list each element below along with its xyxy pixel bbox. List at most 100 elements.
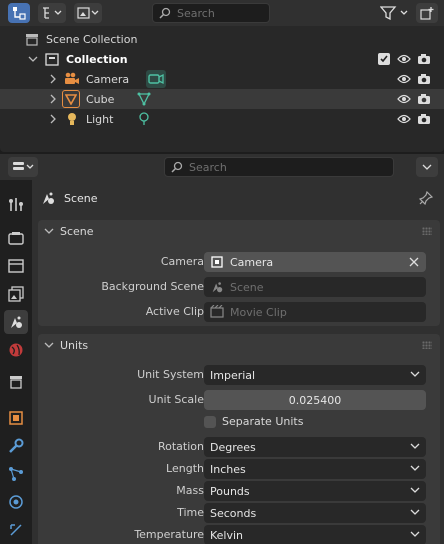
new-collection-icon bbox=[420, 7, 434, 20]
outliner-search-input[interactable]: Search bbox=[152, 3, 270, 23]
particles-icon bbox=[9, 467, 23, 481]
unit-scale-label: Unit Scale bbox=[148, 393, 204, 406]
options-dropdown[interactable] bbox=[416, 157, 438, 177]
chevron-right-icon[interactable] bbox=[48, 73, 58, 85]
tab-modifiers[interactable] bbox=[4, 434, 28, 458]
rotation-label: Rotation bbox=[157, 440, 204, 453]
time-label: Time bbox=[177, 506, 204, 519]
active-clip-label: Active Clip bbox=[145, 305, 204, 318]
tab-world[interactable] bbox=[4, 338, 28, 362]
camera-render-icon[interactable] bbox=[416, 52, 432, 66]
chevron-down-icon bbox=[410, 465, 420, 471]
light-data-icon[interactable] bbox=[136, 111, 152, 127]
drag-grip-icon[interactable] bbox=[422, 227, 432, 235]
mass-row: Mass Pounds bbox=[38, 481, 440, 501]
unit-scale-field[interactable]: 0.025400 bbox=[204, 390, 426, 410]
outliner-editor: Search Scene Collection Collection Camer… bbox=[0, 0, 444, 152]
mesh-object-icon bbox=[62, 90, 80, 108]
scene-collection-icon bbox=[24, 31, 40, 47]
active-clip-row: Active Clip Movie Clip bbox=[38, 302, 440, 322]
temperature-label: Temperature bbox=[134, 528, 204, 541]
background-scene-row: Background Scene Scene bbox=[38, 277, 440, 297]
mass-value: Pounds bbox=[210, 484, 250, 498]
chevron-down-icon bbox=[410, 509, 420, 515]
background-scene-field[interactable]: Scene bbox=[204, 277, 426, 297]
search-icon bbox=[171, 161, 183, 173]
tab-particles[interactable] bbox=[4, 462, 28, 486]
editor-type-button[interactable] bbox=[8, 157, 38, 177]
tab-object[interactable] bbox=[4, 406, 28, 430]
outliner-row-scene-collection[interactable]: Scene Collection bbox=[0, 29, 444, 49]
camera-render-icon[interactable] bbox=[416, 92, 432, 106]
length-label: Length bbox=[166, 462, 204, 475]
unit-scale-row: Unit Scale 0.025400 bbox=[38, 390, 440, 410]
mesh-data-icon[interactable] bbox=[136, 91, 152, 107]
tab-render[interactable] bbox=[4, 226, 28, 250]
tab-collection[interactable] bbox=[4, 370, 28, 394]
active-clip-field[interactable]: Movie Clip bbox=[204, 302, 426, 322]
camera-object-icon bbox=[64, 71, 80, 87]
unit-system-value: Imperial bbox=[210, 368, 256, 382]
unit-scale-value: 0.025400 bbox=[288, 393, 342, 407]
temperature-dropdown[interactable]: Kelvin bbox=[204, 525, 426, 544]
chevron-right-icon[interactable] bbox=[48, 113, 58, 125]
eye-icon[interactable] bbox=[396, 92, 412, 106]
tool-icon bbox=[9, 198, 23, 211]
clear-icon[interactable] bbox=[408, 256, 420, 268]
new-collection-button[interactable] bbox=[416, 3, 438, 23]
camera-data-icon[interactable] bbox=[146, 70, 166, 88]
camera-render-icon[interactable] bbox=[416, 72, 432, 86]
rotation-value: Degrees bbox=[210, 440, 256, 454]
tab-output[interactable] bbox=[4, 254, 28, 278]
active-clip-placeholder: Movie Clip bbox=[230, 305, 287, 319]
pin-icon[interactable] bbox=[418, 190, 434, 206]
eye-icon[interactable] bbox=[396, 112, 412, 126]
exclude-checkbox[interactable] bbox=[378, 53, 390, 65]
separate-units-checkbox[interactable] bbox=[204, 416, 216, 428]
chevron-down-icon bbox=[422, 164, 432, 170]
chevron-down-icon[interactable] bbox=[28, 53, 38, 65]
units-panel: Units Unit System Imperial Unit Scale 0.… bbox=[38, 334, 440, 544]
tab-view-layer[interactable] bbox=[4, 282, 28, 306]
camera-render-icon[interactable] bbox=[416, 112, 432, 126]
units-panel-header[interactable]: Units bbox=[38, 334, 440, 356]
temperature-value: Kelvin bbox=[210, 528, 244, 542]
eye-icon[interactable] bbox=[396, 72, 412, 86]
scene-panel-header[interactable]: Scene bbox=[38, 220, 440, 242]
wrench-icon bbox=[9, 438, 24, 453]
checkmark-icon bbox=[380, 55, 388, 63]
camera-field[interactable]: Camera bbox=[204, 252, 426, 272]
tab-scene[interactable] bbox=[4, 310, 28, 334]
length-dropdown[interactable]: Inches bbox=[204, 459, 426, 479]
tab-constraints[interactable] bbox=[4, 518, 28, 542]
editor-type-button[interactable] bbox=[8, 3, 30, 23]
drag-grip-icon[interactable] bbox=[422, 341, 432, 349]
time-dropdown[interactable]: Seconds bbox=[204, 503, 426, 523]
panel-title: Units bbox=[60, 338, 89, 352]
camera-value: Camera bbox=[230, 255, 274, 269]
chevron-down-icon bbox=[410, 443, 420, 449]
background-scene-label: Background Scene bbox=[101, 280, 204, 293]
tab-tool[interactable] bbox=[4, 192, 28, 216]
mass-dropdown[interactable]: Pounds bbox=[204, 481, 426, 501]
properties-content: Scene Scene Camera Camera Background Sce… bbox=[32, 180, 444, 544]
eye-icon[interactable] bbox=[396, 52, 412, 66]
scene-icon bbox=[40, 190, 56, 206]
outliner-row-cube[interactable]: Cube bbox=[0, 89, 444, 109]
chevron-down-icon bbox=[44, 340, 54, 350]
filter-type-dropdown[interactable] bbox=[74, 3, 102, 23]
mass-label: Mass bbox=[176, 484, 204, 497]
outliner-icon bbox=[13, 7, 26, 20]
filter-button[interactable] bbox=[378, 3, 412, 23]
properties-search-input[interactable]: Search bbox=[164, 157, 394, 177]
chevron-down-icon bbox=[44, 226, 54, 236]
chevron-right-icon[interactable] bbox=[48, 93, 58, 105]
outliner-row-camera[interactable]: Camera bbox=[0, 69, 444, 89]
camera-object-icon bbox=[211, 256, 223, 268]
outliner-row-collection[interactable]: Collection bbox=[0, 49, 444, 69]
tab-physics[interactable] bbox=[4, 490, 28, 514]
unit-system-dropdown[interactable]: Imperial bbox=[204, 365, 426, 385]
outliner-row-light[interactable]: Light bbox=[0, 109, 444, 129]
display-mode-dropdown[interactable] bbox=[38, 3, 66, 23]
rotation-dropdown[interactable]: Degrees bbox=[204, 437, 426, 457]
